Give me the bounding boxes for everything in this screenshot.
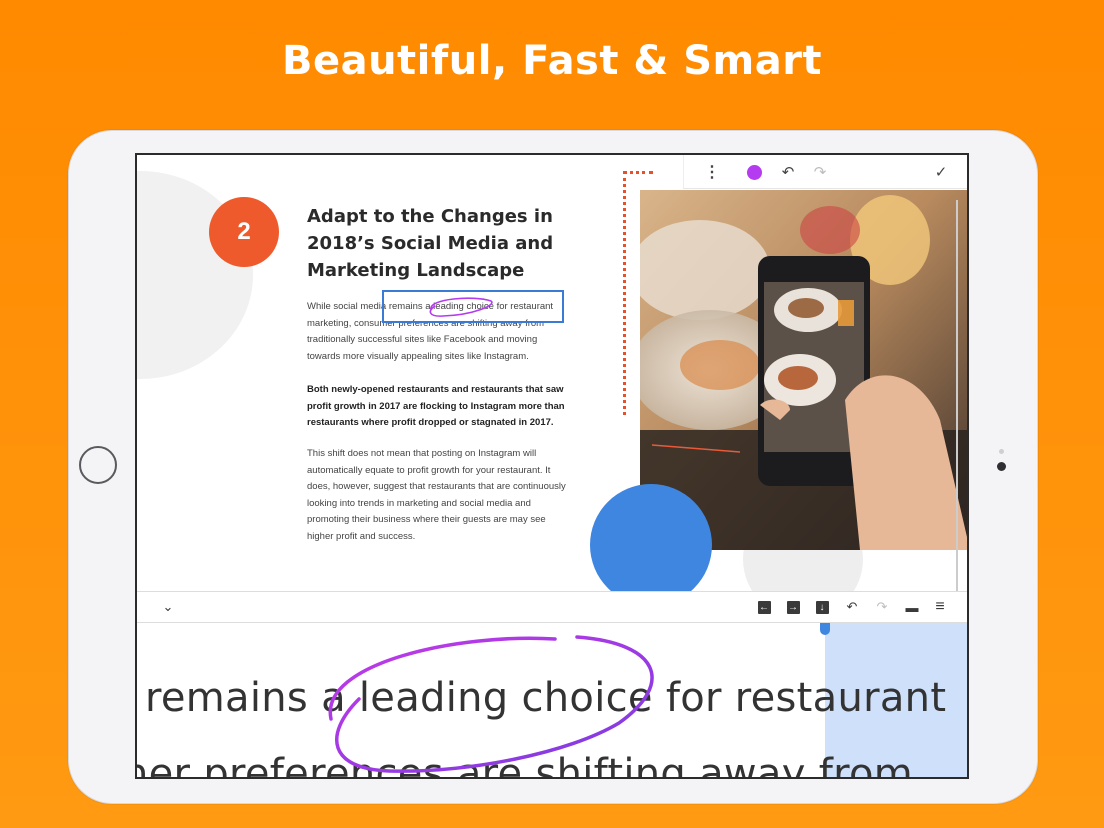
home-button[interactable] xyxy=(79,446,117,484)
document-page[interactable]: 2 Adapt to the Changes in 2018’s Social … xyxy=(137,155,967,591)
done-checkmark-icon[interactable]: ✓ xyxy=(929,155,953,189)
move-left-button[interactable]: ← xyxy=(753,592,775,622)
paragraph-bold: Both newly-opened restaurants and restau… xyxy=(307,384,565,428)
undo-icon[interactable]: ↶ xyxy=(776,155,800,189)
app-screen: 2 Adapt to the Changes in 2018’s Social … xyxy=(135,153,969,779)
undo-icon[interactable]: ↶ xyxy=(841,592,863,622)
headline: Beautiful, Fast & Smart xyxy=(281,38,823,84)
arrow-right-icon: → xyxy=(786,600,800,614)
section-heading: Adapt to the Changes in 2018’s Social Me… xyxy=(307,206,554,281)
annotation-toolbar: ⋮ ↶ ↷ ✓ xyxy=(683,155,967,189)
pen-color-button[interactable] xyxy=(742,155,766,189)
section-number-badge: 2 xyxy=(209,197,279,267)
arrow-down-icon: ↓ xyxy=(815,600,829,614)
move-right-button[interactable]: → xyxy=(782,592,804,622)
redo-icon[interactable]: ↷ xyxy=(808,155,832,189)
photo-phone-food xyxy=(640,190,967,550)
paragraph: This shift does not mean that posting on… xyxy=(307,448,566,542)
panel-toggle-icon[interactable]: ▬ xyxy=(901,592,923,622)
move-down-button[interactable]: ↓ xyxy=(811,592,833,622)
zoom-writing-area[interactable]: remains a leading choice for restaurant … xyxy=(137,623,967,777)
zoom-toolbar: ⌄ ← → ↓ ↶ ↷ ▬ ≡ xyxy=(137,591,967,623)
more-menu-icon[interactable]: ⋮ xyxy=(700,155,724,189)
redo-icon[interactable]: ↷ xyxy=(871,592,893,622)
hamburger-menu-icon[interactable]: ≡ xyxy=(929,592,951,622)
arrow-left-icon: ← xyxy=(757,600,771,614)
zoom-margin-handle[interactable] xyxy=(820,623,830,635)
color-swatch-icon xyxy=(746,164,762,180)
camera-icon xyxy=(997,462,1006,471)
collapse-chevron-icon[interactable]: ⌄ xyxy=(157,592,179,622)
ink-annotation-small[interactable] xyxy=(423,293,497,319)
ink-annotation-large[interactable] xyxy=(319,623,669,773)
sensor-dot xyxy=(999,449,1004,454)
scroll-indicator[interactable] xyxy=(956,200,958,591)
